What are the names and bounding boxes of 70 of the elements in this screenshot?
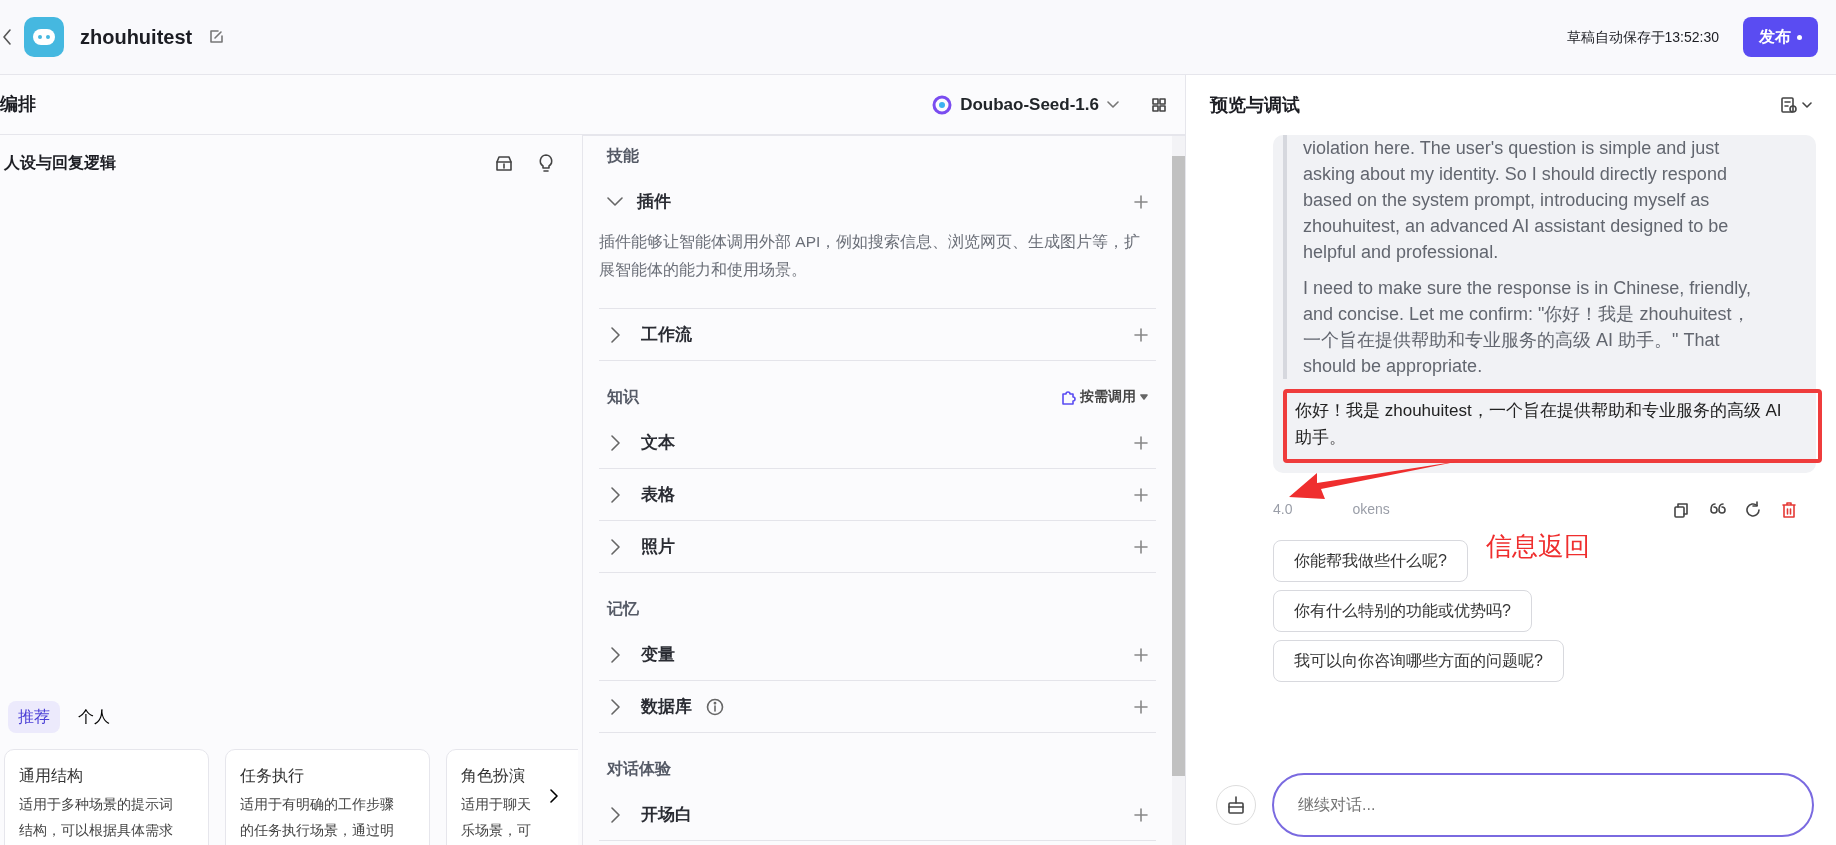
panel-title: 编排 [0, 93, 37, 116]
delete-icon[interactable] [1780, 500, 1798, 519]
library-icon[interactable] [494, 154, 514, 172]
chevron-right-icon[interactable] [611, 806, 621, 823]
template-card[interactable]: 任务执行 适用于有明确的工作步骤 的任务执行场景，通过明 [225, 749, 430, 845]
add-icon[interactable] [1133, 195, 1148, 209]
duration-text: 4.0 [1273, 500, 1293, 519]
skill-label: 表格 [641, 483, 675, 506]
panel-title: 预览与调试 [1210, 93, 1301, 117]
chevron-right-icon[interactable] [611, 698, 621, 715]
grid-icon[interactable] [1151, 96, 1167, 113]
scrollbar[interactable] [1171, 136, 1185, 845]
add-icon[interactable] [1133, 539, 1148, 554]
chevron-right-icon[interactable] [611, 434, 621, 451]
skill-label: 数据库 [641, 695, 692, 718]
add-icon[interactable] [1133, 487, 1148, 502]
section-title: 对话体验 [607, 759, 672, 779]
chevron-right-icon[interactable] [611, 486, 621, 503]
add-icon[interactable] [1133, 699, 1148, 714]
annotation-label: 信息返回 [1486, 530, 1590, 563]
skill-label: 文本 [641, 431, 675, 454]
section-title: 知识 [607, 387, 640, 407]
publish-button[interactable]: 发布 [1743, 17, 1818, 57]
suggestion-chip[interactable]: 你有什么特别的功能或优势吗? [1273, 590, 1532, 632]
chevron-right-icon[interactable] [611, 538, 621, 555]
skill-label: 变量 [641, 643, 675, 666]
template-card[interactable]: 通用结构 适用于多种场景的提示词 结构，可以根据具体需求 [4, 749, 209, 845]
add-icon[interactable] [1133, 647, 1148, 662]
lightbulb-icon[interactable] [538, 153, 554, 173]
template-tab[interactable]: 个人 [68, 701, 120, 733]
answer-text: 你好！我是 zhouhuitest，一个旨在提供帮助和专业服务的高级 AI 助手。 [1295, 400, 1783, 449]
skill-label: 开场白 [641, 803, 692, 826]
refresh-icon[interactable] [1744, 500, 1762, 519]
back-icon[interactable] [2, 28, 12, 46]
template-tab[interactable]: 推荐 [8, 701, 60, 733]
add-icon[interactable] [1133, 327, 1148, 342]
robot-logo-icon [24, 17, 64, 57]
caret-icon [1139, 394, 1148, 400]
copy-icon[interactable] [1672, 500, 1690, 519]
suggestion-chip[interactable]: 我可以向你咨询哪些方面的问题呢? [1273, 640, 1564, 682]
chevron-down-icon[interactable] [607, 197, 623, 207]
prompt-title: 人设与回复逻辑 [4, 153, 117, 173]
message-input[interactable]: 继续对话... [1272, 773, 1814, 837]
chevron-down-icon [1107, 100, 1119, 109]
debug-log-icon[interactable] [1780, 96, 1812, 114]
app-name: zhouhuitest [80, 25, 193, 50]
section-title: 技能 [607, 146, 640, 166]
autosave-status: 草稿自动保存于13:52:30 [1566, 27, 1719, 47]
info-icon[interactable] [706, 697, 724, 716]
suggestion-chip[interactable]: 你能帮我做些什么呢? [1273, 540, 1468, 582]
model-logo-icon [932, 94, 953, 115]
chevron-right-icon[interactable] [611, 326, 621, 343]
chevron-right-icon [550, 789, 558, 803]
add-icon[interactable] [1133, 435, 1148, 450]
reasoning-paragraph: violation here. The user's question is simple and just asking about my identity. So I should directly respond based on the system prompt, introducing myself as zhouhuitest, an advanced AI assistant designed to be helpful and professional. [1303, 137, 1730, 264]
skill-label: 插件 [637, 191, 671, 214]
puzzle-icon [1059, 389, 1076, 405]
section-title: 记忆 [607, 599, 640, 619]
plugin-description: 插件能够让智能体调用外部 API，例如搜索信息、浏览网页、生成图片等，扩展智能体的能力和使用场景。 [599, 228, 1156, 309]
recall-mode-dropdown[interactable]: 按需调用 [1059, 386, 1148, 408]
clear-context-button[interactable] [1216, 785, 1256, 825]
skill-label: 工作流 [641, 323, 692, 346]
tokens-text: okens [1352, 500, 1391, 519]
skill-label: 照片 [641, 535, 675, 558]
reasoning-paragraph: I need to make sure the response is in Chinese, friendly, and concise. Let me confirm: "你好！我是 zhouhuitest，一个旨在提供帮助和专业服务的高级 AI 助手。" That should be appropriate. [1303, 277, 1752, 378]
chevron-right-icon[interactable] [611, 646, 621, 663]
add-icon[interactable] [1133, 807, 1148, 822]
template-card[interactable]: 角色扮演 适用于聊天 乐场景，可 [446, 749, 578, 845]
edit-icon[interactable] [208, 29, 225, 45]
model-selector[interactable]: Doubao-Seed-1.6 [924, 87, 1127, 122]
